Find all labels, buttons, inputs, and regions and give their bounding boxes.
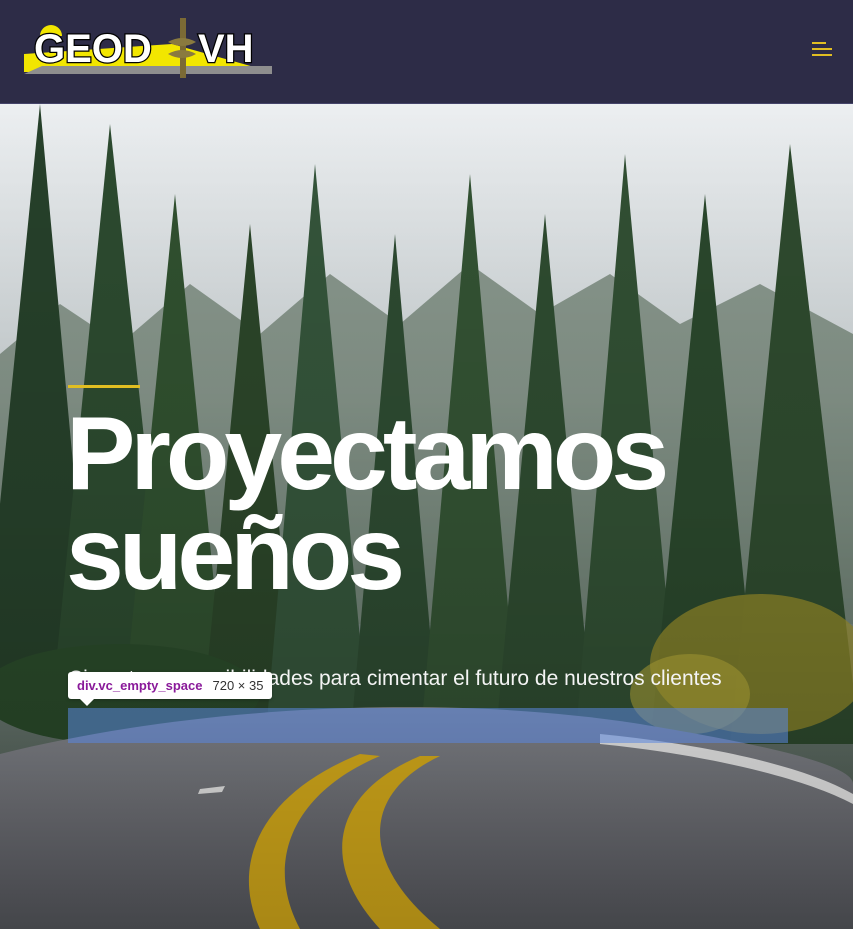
site-logo[interactable]: GEOD VH — [22, 14, 274, 82]
empty-space-highlight — [68, 708, 788, 743]
inspector-dimensions: 720 × 35 — [212, 678, 264, 693]
hero-title: Proyectamos sueños — [66, 396, 669, 612]
inspector-tag: div.vc_empty_space — [77, 678, 203, 693]
svg-text:VH: VH — [198, 27, 254, 71]
inspector-tooltip-arrow — [80, 699, 94, 706]
svg-text:GEOD: GEOD — [34, 27, 152, 71]
title-accent-line — [68, 385, 140, 388]
hero-section: Proyectamos sueños Cimentamos posibilida… — [0, 104, 853, 929]
hamburger-menu-icon — [812, 42, 832, 56]
geodvh-logo-icon: GEOD VH — [24, 18, 272, 78]
site-header: GEOD VH — [0, 0, 853, 104]
menu-toggle-button[interactable] — [806, 38, 834, 62]
inspector-tooltip: div.vc_empty_space 720 × 35 — [68, 672, 273, 699]
